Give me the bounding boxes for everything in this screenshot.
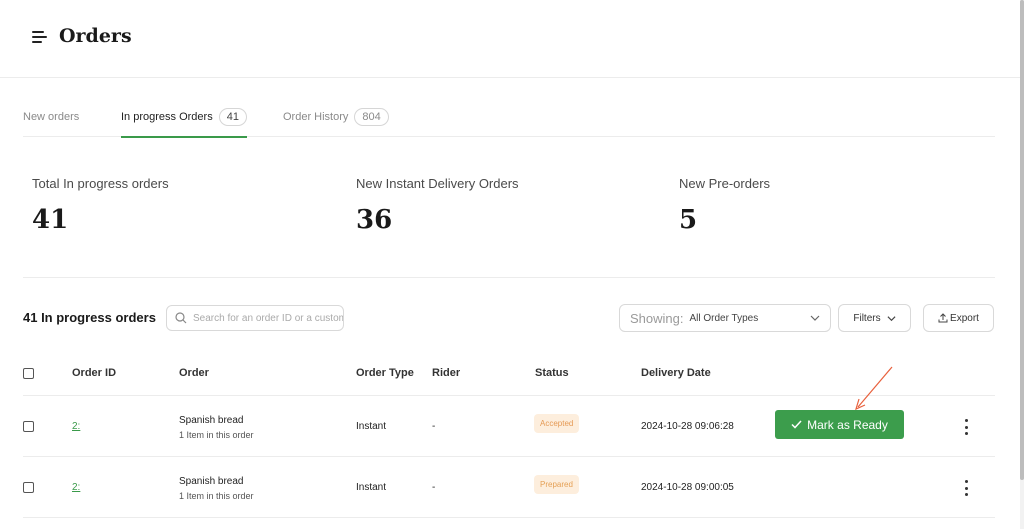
order-item-count: 1 Item in this order — [179, 491, 254, 501]
status-badge: Prepared — [534, 475, 579, 494]
tab-order-history[interactable]: Order History 804 — [283, 100, 389, 137]
stat-value: 41 — [32, 205, 69, 235]
scrollbar[interactable] — [1020, 0, 1024, 529]
export-icon — [938, 313, 948, 323]
top-bar: Orders — [0, 0, 1024, 78]
order-item-name: Spanish bread — [179, 476, 244, 487]
stat-new-instant-delivery: New Instant Delivery Orders 36 — [356, 176, 519, 235]
row-checkbox[interactable] — [23, 421, 34, 432]
rider-cell: - — [432, 421, 436, 432]
rider-cell: - — [432, 482, 436, 493]
header-status[interactable]: Status — [535, 367, 569, 379]
showing-label: Showing: — [630, 310, 684, 326]
order-item-name: Spanish bread — [179, 415, 244, 426]
header-rider[interactable]: Rider — [432, 367, 460, 379]
delivery-date-cell: 2024-10-28 09:00:05 — [641, 482, 734, 493]
order-id-link[interactable]: 2: — [72, 482, 80, 493]
order-type-select[interactable]: Showing: All Order Types — [619, 304, 831, 332]
table-header: Order ID Order Order Type Rider Status D… — [23, 358, 995, 396]
stat-label: New Instant Delivery Orders — [356, 176, 519, 191]
tab-new-orders[interactable]: New orders — [23, 100, 79, 137]
menu-icon[interactable] — [32, 31, 47, 43]
select-all-checkbox[interactable] — [23, 368, 34, 379]
orders-table: Order ID Order Order Type Rider Status D… — [23, 358, 995, 518]
export-label: Export — [950, 312, 979, 324]
stats-summary: Total In progress orders 41 New Instant … — [23, 176, 995, 278]
order-id-link[interactable]: 2: — [72, 421, 80, 432]
order-cell: Spanish bread 1 Item in this order — [179, 476, 254, 501]
chevron-down-icon — [887, 315, 896, 321]
more-vertical-icon[interactable] — [961, 419, 971, 435]
filters-label: Filters — [853, 312, 881, 324]
list-title: 41 In progress orders — [23, 310, 156, 325]
filters-button[interactable]: Filters — [838, 304, 911, 332]
search-input[interactable] — [193, 312, 343, 324]
table-row[interactable]: 2: Spanish bread 1 Item in this order In… — [23, 396, 995, 457]
tab-count-badge: 41 — [218, 108, 247, 126]
order-cell: Spanish bread 1 Item in this order — [179, 415, 254, 440]
mark-as-ready-label: Mark as Ready — [807, 417, 888, 432]
showing-value: All Order Types — [689, 312, 759, 324]
status-badge: Accepted — [534, 414, 580, 433]
row-checkbox[interactable] — [23, 482, 34, 493]
page-title: Orders — [59, 25, 132, 47]
delivery-date-cell: 2024-10-28 09:06:28 — [641, 421, 734, 432]
header-order[interactable]: Order — [179, 367, 209, 379]
order-type-cell: Instant — [356, 482, 387, 493]
export-button[interactable]: Export — [923, 304, 994, 332]
tab-in-progress-orders[interactable]: In progress Orders 41 — [121, 100, 247, 138]
stat-value: 36 — [356, 205, 393, 235]
more-vertical-icon[interactable] — [961, 480, 971, 496]
stat-value: 5 — [679, 205, 698, 235]
tab-label: New orders — [23, 111, 80, 123]
stat-total-in-progress: Total In progress orders 41 — [32, 176, 169, 235]
header-delivery-date[interactable]: Delivery Date — [641, 367, 711, 379]
chevron-down-icon — [810, 315, 820, 321]
order-item-count: 1 Item in this order — [179, 430, 254, 440]
search-box[interactable] — [166, 305, 344, 331]
order-type-cell: Instant — [356, 421, 387, 432]
search-icon — [175, 312, 187, 324]
tab-label: In progress Orders — [121, 111, 213, 123]
stat-new-pre-orders: New Pre-orders 5 — [679, 176, 770, 235]
tab-count-badge: 804 — [354, 108, 389, 126]
order-tabs: New orders In progress Orders 41 Order H… — [23, 100, 995, 138]
mark-as-ready-button[interactable]: Mark as Ready — [775, 410, 904, 439]
check-icon — [791, 420, 802, 429]
header-order-id[interactable]: Order ID — [72, 367, 116, 379]
scrollbar-thumb[interactable] — [1020, 0, 1024, 480]
table-row[interactable]: 2: Spanish bread 1 Item in this order In… — [23, 457, 995, 518]
stat-label: Total In progress orders — [32, 176, 169, 191]
stat-label: New Pre-orders — [679, 176, 771, 191]
tab-label: Order History — [283, 111, 349, 123]
header-order-type[interactable]: Order Type — [356, 367, 414, 379]
